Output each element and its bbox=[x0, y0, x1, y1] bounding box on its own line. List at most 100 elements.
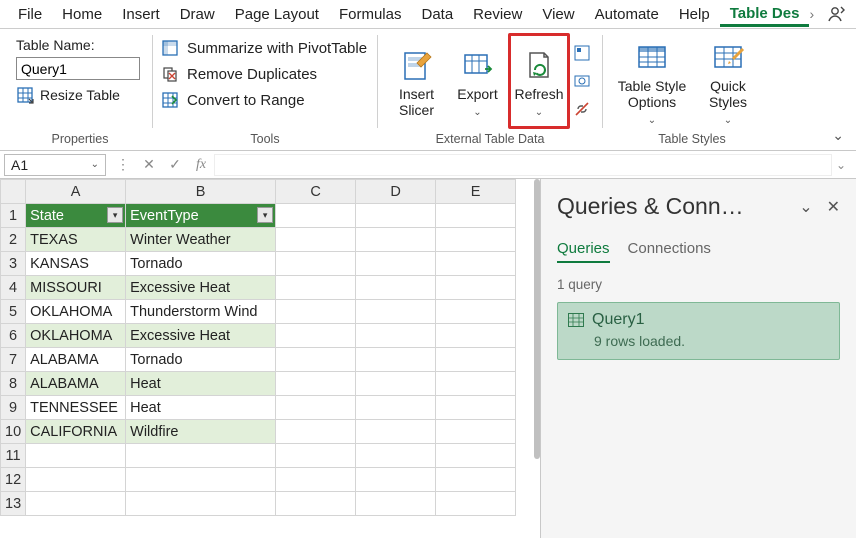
cell-B9[interactable]: Heat bbox=[126, 396, 276, 420]
row-header-7[interactable]: 7 bbox=[1, 348, 26, 372]
cell-B11[interactable] bbox=[126, 444, 276, 468]
cell-C13[interactable] bbox=[276, 492, 356, 516]
cell-D3[interactable] bbox=[356, 252, 436, 276]
cell-C5[interactable] bbox=[276, 300, 356, 324]
insert-slicer-button[interactable]: Insert Slicer bbox=[386, 33, 447, 129]
cell-B2[interactable]: Winter Weather bbox=[126, 228, 276, 252]
cell-A9[interactable]: TENNESSEE bbox=[26, 396, 126, 420]
tab-data[interactable]: Data bbox=[411, 2, 463, 27]
cell-E6[interactable] bbox=[436, 324, 516, 348]
cell-A3[interactable]: KANSAS bbox=[26, 252, 126, 276]
quick-styles-button[interactable]: Quick Styles ⌄ bbox=[693, 33, 763, 129]
cell-B1[interactable]: EventType▾ bbox=[126, 204, 276, 228]
tab-tabledesign[interactable]: Table Des bbox=[720, 1, 810, 27]
cell-C6[interactable] bbox=[276, 324, 356, 348]
table-style-options-button[interactable]: Table Style Options ⌄ bbox=[611, 33, 693, 129]
cell-D7[interactable] bbox=[356, 348, 436, 372]
col-header-A[interactable]: A bbox=[26, 180, 126, 204]
col-header-C[interactable]: C bbox=[276, 180, 356, 204]
tab-file[interactable]: File bbox=[8, 2, 52, 27]
row-header-11[interactable]: 11 bbox=[1, 444, 26, 468]
row-header-6[interactable]: 6 bbox=[1, 324, 26, 348]
cell-B10[interactable]: Wildfire bbox=[126, 420, 276, 444]
cell-D8[interactable] bbox=[356, 372, 436, 396]
tab-automate[interactable]: Automate bbox=[585, 2, 669, 27]
cell-A7[interactable]: ALABAMA bbox=[26, 348, 126, 372]
cell-B6[interactable]: Excessive Heat bbox=[126, 324, 276, 348]
export-button[interactable]: Export⌄ bbox=[447, 33, 508, 129]
cell-A1[interactable]: State▾ bbox=[26, 204, 126, 228]
cell-C12[interactable] bbox=[276, 468, 356, 492]
row-header-9[interactable]: 9 bbox=[1, 396, 26, 420]
cell-B4[interactable]: Excessive Heat bbox=[126, 276, 276, 300]
col-header-D[interactable]: D bbox=[356, 180, 436, 204]
panel-tab-queries[interactable]: Queries bbox=[557, 240, 610, 263]
cell-A13[interactable] bbox=[26, 492, 126, 516]
unlink-icon[interactable] bbox=[572, 99, 592, 119]
cell-D6[interactable] bbox=[356, 324, 436, 348]
col-header-B[interactable]: B bbox=[126, 180, 276, 204]
row-header-4[interactable]: 4 bbox=[1, 276, 26, 300]
cell-C2[interactable] bbox=[276, 228, 356, 252]
cell-A10[interactable]: CALIFORNIA bbox=[26, 420, 126, 444]
cell-C4[interactable] bbox=[276, 276, 356, 300]
cell-E13[interactable] bbox=[436, 492, 516, 516]
cell-D13[interactable] bbox=[356, 492, 436, 516]
properties-icon[interactable] bbox=[572, 43, 592, 63]
spreadsheet-grid[interactable]: ABCDE 1State▾EventType▾ 2TEXASWinter Weath… bbox=[0, 179, 540, 538]
row-header-3[interactable]: 3 bbox=[1, 252, 26, 276]
ribbon-expand-icon[interactable]: ⌄ bbox=[832, 127, 844, 144]
tab-draw[interactable]: Draw bbox=[170, 2, 225, 27]
refresh-button[interactable]: Refresh⌄ bbox=[511, 36, 567, 126]
cell-D10[interactable] bbox=[356, 420, 436, 444]
row-header-13[interactable]: 13 bbox=[1, 492, 26, 516]
convert-to-range-button[interactable]: Convert to Range bbox=[161, 91, 367, 109]
tab-insert[interactable]: Insert bbox=[112, 2, 170, 27]
filter-dropdown-B[interactable]: ▾ bbox=[257, 207, 273, 223]
select-all-corner[interactable] bbox=[1, 180, 26, 204]
cell-D11[interactable] bbox=[356, 444, 436, 468]
panel-close-icon[interactable]: ✕ bbox=[827, 197, 840, 217]
cell-C7[interactable] bbox=[276, 348, 356, 372]
table-name-input[interactable] bbox=[16, 57, 140, 80]
cell-C1[interactable] bbox=[276, 204, 356, 228]
cell-B8[interactable]: Heat bbox=[126, 372, 276, 396]
cell-B7[interactable]: Tornado bbox=[126, 348, 276, 372]
cell-D4[interactable] bbox=[356, 276, 436, 300]
name-box[interactable]: A1 ⌄ bbox=[4, 154, 106, 176]
summarize-pivot-button[interactable]: Summarize with PivotTable bbox=[161, 39, 367, 57]
vertical-scrollbar[interactable] bbox=[534, 179, 540, 459]
cell-A12[interactable] bbox=[26, 468, 126, 492]
row-header-1[interactable]: 1 bbox=[1, 204, 26, 228]
cell-E11[interactable] bbox=[436, 444, 516, 468]
cell-E2[interactable] bbox=[436, 228, 516, 252]
cell-D2[interactable] bbox=[356, 228, 436, 252]
remove-duplicates-button[interactable]: Remove Duplicates bbox=[161, 65, 367, 83]
cell-A4[interactable]: MISSOURI bbox=[26, 276, 126, 300]
cell-E8[interactable] bbox=[436, 372, 516, 396]
accept-formula-icon[interactable]: ✓ bbox=[162, 156, 188, 173]
cell-D5[interactable] bbox=[356, 300, 436, 324]
resize-table-button[interactable]: Resize Table bbox=[16, 84, 140, 104]
cell-E3[interactable] bbox=[436, 252, 516, 276]
row-header-12[interactable]: 12 bbox=[1, 468, 26, 492]
tab-pagelayout[interactable]: Page Layout bbox=[225, 2, 329, 27]
cell-D9[interactable] bbox=[356, 396, 436, 420]
cell-B3[interactable]: Tornado bbox=[126, 252, 276, 276]
cell-C9[interactable] bbox=[276, 396, 356, 420]
filter-dropdown-A[interactable]: ▾ bbox=[107, 207, 123, 223]
cell-E10[interactable] bbox=[436, 420, 516, 444]
cancel-formula-icon[interactable]: ✕ bbox=[136, 156, 162, 173]
cell-A2[interactable]: TEXAS bbox=[26, 228, 126, 252]
cell-E9[interactable] bbox=[436, 396, 516, 420]
row-header-2[interactable]: 2 bbox=[1, 228, 26, 252]
tab-review[interactable]: Review bbox=[463, 2, 532, 27]
cell-B5[interactable]: Thunderstorm Wind bbox=[126, 300, 276, 324]
cell-C10[interactable] bbox=[276, 420, 356, 444]
cell-C8[interactable] bbox=[276, 372, 356, 396]
cell-E4[interactable] bbox=[436, 276, 516, 300]
tab-help[interactable]: Help bbox=[669, 2, 720, 27]
cell-B13[interactable] bbox=[126, 492, 276, 516]
col-header-E[interactable]: E bbox=[436, 180, 516, 204]
cell-D12[interactable] bbox=[356, 468, 436, 492]
